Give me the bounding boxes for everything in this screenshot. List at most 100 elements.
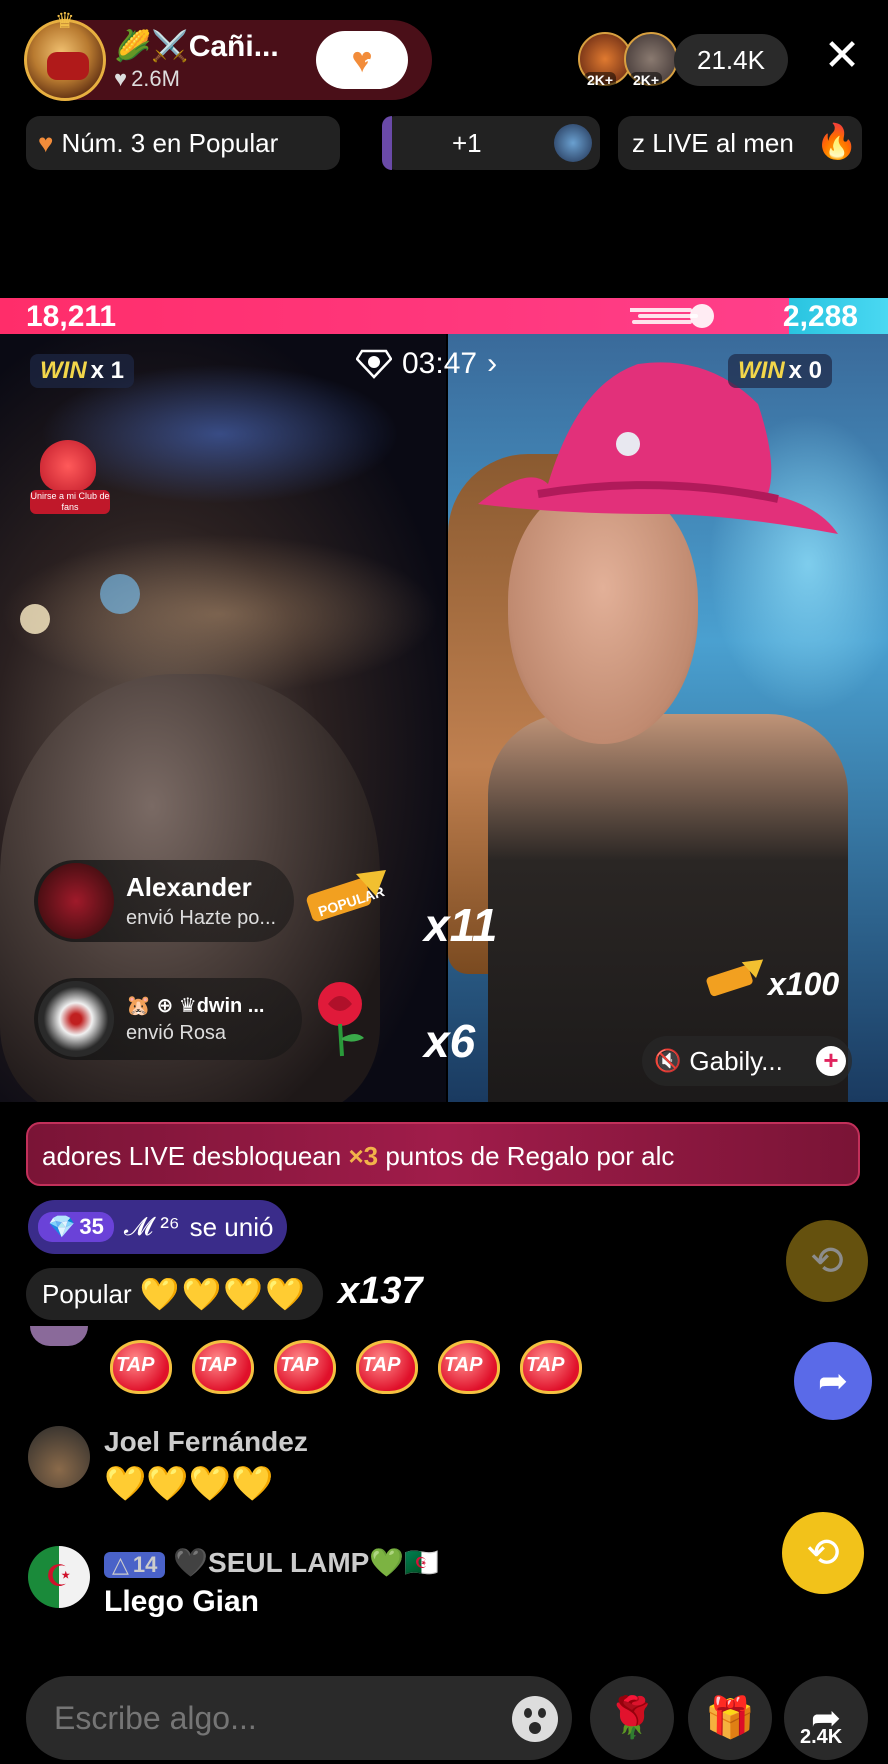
popular-gift-icon: POPULAR: [306, 870, 386, 922]
commenter-name[interactable]: Joel Fernández: [104, 1426, 308, 1458]
mute-icon: 🔇: [654, 1048, 682, 1073]
viewer-count[interactable]: 21.4K: [674, 34, 788, 86]
gift-sender-avatar[interactable]: [38, 863, 114, 939]
crown-icon: ♛: [55, 8, 75, 33]
chat-comment[interactable]: Joel Fernández 💛💛💛💛: [28, 1426, 308, 1504]
level-icon: △: [112, 1551, 129, 1577]
plus-avatar: [554, 124, 592, 162]
host-name: 🌽⚔️Cañi...: [114, 29, 279, 63]
win-label: WIN: [738, 357, 785, 384]
avatar-bandana: [47, 52, 89, 80]
chevron-right-icon: ›: [487, 347, 498, 380]
commenter-avatar[interactable]: [28, 1426, 90, 1488]
diamond-icon: [356, 349, 392, 379]
bokeh-light: [100, 574, 140, 614]
plus-pill[interactable]: +1: [382, 116, 600, 170]
fan-club-label: Unirse a mi Club de fans: [30, 490, 110, 514]
comment-text: 💛💛💛💛: [104, 1465, 274, 1503]
viewer-badge: 2K+: [630, 72, 663, 88]
tap-heart-icon: TAP: [192, 1340, 254, 1394]
tap-heart-icon: TAP: [520, 1340, 582, 1394]
plus-pill-accent: [382, 116, 392, 170]
battle-score-left: 18,211: [26, 300, 117, 333]
commenter-avatar[interactable]: ☪: [28, 1546, 90, 1608]
timer-value: 03:47: [402, 347, 478, 380]
host-info[interactable]: ♛ 🌽⚔️Cañi... ♥ 2.6M ♥ 17: [24, 8, 432, 101]
yellow-hearts: 💛💛💛💛: [139, 1276, 307, 1312]
battle-score-right: 2,288: [782, 300, 858, 333]
gift-icon[interactable]: 🎁: [688, 1676, 772, 1760]
host-likes: ♥ 2.6M: [114, 66, 310, 92]
level-number: 14: [132, 1551, 158, 1577]
top-viewer-avatar[interactable]: 2K+: [624, 32, 678, 88]
comment-text: Llego Gian: [104, 1585, 260, 1618]
popular-rank-pill[interactable]: ♥ Núm. 3 en Popular: [26, 116, 340, 170]
gift-notification[interactable]: 🐹 ⊕ ♛dwin ... envió Rosa: [34, 978, 302, 1060]
win-badge-left: WIN x 1: [30, 354, 135, 388]
gift-message: envió Rosa: [126, 1022, 227, 1044]
gift-sender-name: Alexander: [126, 872, 252, 902]
win-count-left: x 1: [90, 357, 125, 384]
share-icon[interactable]: ➦: [794, 1342, 872, 1420]
popular-hearts-row[interactable]: Popular 💛💛💛💛: [26, 1268, 323, 1320]
host-avatar[interactable]: ♛: [24, 8, 106, 101]
viewer-badge: 2K+: [584, 72, 617, 88]
popular-count: x137: [338, 1270, 423, 1312]
follow-button[interactable]: ♥ 17: [316, 31, 408, 89]
gift-notification[interactable]: Alexander envió Hazte po...: [34, 860, 294, 942]
rose-gift-button[interactable]: 🌹: [590, 1676, 674, 1760]
battle-timer[interactable]: 03:47 ›: [356, 346, 536, 382]
promo-ticker[interactable]: adores LIVE desbloquean ×3 puntos de Reg…: [26, 1122, 860, 1186]
bokeh-lights: [0, 534, 440, 694]
repost-icon[interactable]: ⟲: [782, 1512, 864, 1594]
tap-heart-icon: TAP: [274, 1340, 336, 1394]
flag-icon: ☪: [45, 1560, 73, 1593]
live-promo-label: z LIVE al men: [632, 127, 794, 158]
gift-count: x11: [424, 899, 498, 951]
follow-count: 17: [364, 57, 382, 74]
gift-count: x6: [424, 1015, 476, 1067]
win-badge-right: WIN x 0: [728, 354, 833, 388]
tap-stickers: TAP TAP TAP TAP TAP TAP: [110, 1340, 582, 1394]
top-viewers[interactable]: 2K+ 2K+: [578, 32, 682, 88]
gift-sender-avatar[interactable]: [38, 981, 114, 1057]
host-likes-count: 2.6M: [131, 65, 180, 91]
commenter-name-text: 🖤SEUL LAMP💚🇩🇿: [173, 1547, 440, 1578]
fire-icon: 🔥: [815, 123, 858, 161]
commenter-name[interactable]: △ 14 🖤SEUL LAMP💚🇩🇿: [104, 1546, 439, 1579]
rank-label: Núm. 3 en Popular: [61, 127, 279, 158]
fan-club-heart-icon: [40, 440, 96, 492]
repost-icon[interactable]: ⟲: [786, 1220, 868, 1302]
gem-level: 35: [79, 1214, 104, 1239]
guest-pill[interactable]: 🔇 Gabily... +: [642, 1036, 852, 1086]
comment-input-bar[interactable]: [26, 1676, 572, 1760]
battle-score-bar: 18,211 2,288: [0, 298, 888, 334]
gift-sender-name: 🐹 ⊕ ♛dwin ...: [126, 995, 265, 1017]
win-count-right: x 0: [788, 357, 823, 384]
ticker-text-before: adores LIVE desbloquean: [42, 1141, 349, 1171]
popular-label: Popular: [42, 1278, 132, 1309]
cropped-avatar: [30, 1326, 88, 1346]
popular-gift-icon: [706, 959, 764, 997]
level-badge: △ 14: [104, 1551, 166, 1578]
chat-comment[interactable]: ☪ △ 14 🖤SEUL LAMP💚🇩🇿 Llego Gian: [28, 1546, 439, 1619]
fan-club-button[interactable]: Unirse a mi Club de fans: [30, 440, 110, 520]
right-gift-count: x100: [768, 966, 840, 1002]
follow-plus-icon[interactable]: +: [816, 1046, 846, 1076]
emoji-icon[interactable]: [512, 1696, 558, 1742]
plus-label: +1: [452, 127, 482, 158]
comment-input[interactable]: [54, 1699, 494, 1737]
bokeh-light: [20, 604, 50, 634]
gem-level-badge: 💎 35: [38, 1212, 114, 1242]
rose-icon: [318, 982, 364, 1057]
joined-user: 𝓜 ²⁶: [123, 1211, 180, 1241]
diamond-icon: 💎: [48, 1214, 76, 1239]
ticker-text-after: puntos de Regalo por alc: [378, 1141, 675, 1171]
heart-icon: ♥: [38, 127, 54, 158]
guest-name: Gabily...: [689, 1045, 783, 1076]
tap-heart-icon: TAP: [356, 1340, 418, 1394]
join-message[interactable]: 💎 35 𝓜 ²⁶ se unió: [28, 1200, 288, 1254]
win-label: WIN: [40, 357, 87, 384]
close-icon[interactable]: ✕: [820, 34, 864, 80]
live-promo-pill[interactable]: z LIVE al men 🔥: [618, 116, 862, 170]
